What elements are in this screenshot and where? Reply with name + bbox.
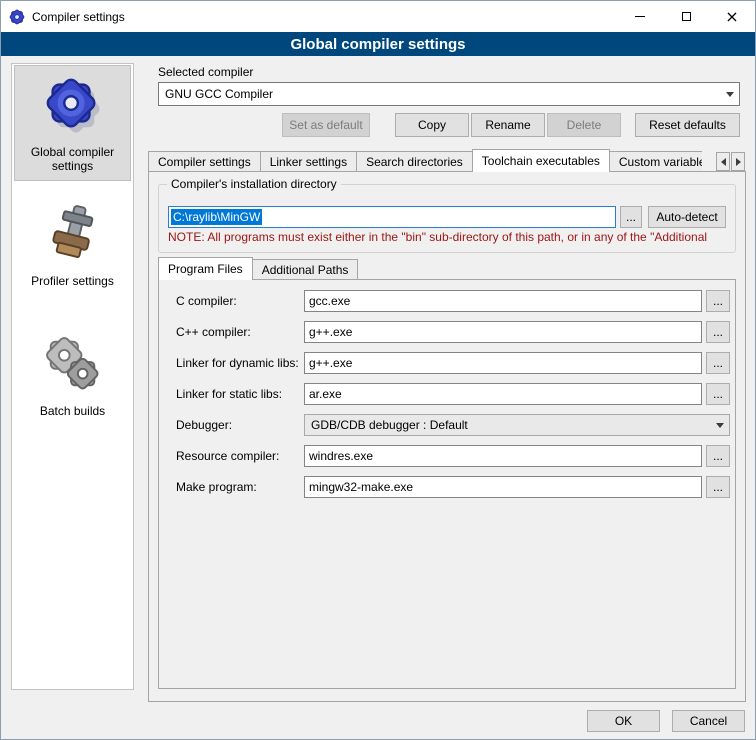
tab-custom-variables[interactable]: Custom variables — [609, 151, 702, 172]
cpp-compiler-row: C++ compiler: ... — [158, 321, 736, 343]
main-tabstrip: Compiler settings Linker settings Search… — [148, 149, 746, 172]
window-title: Compiler settings — [32, 10, 125, 24]
c-compiler-input[interactable] — [304, 290, 702, 312]
debugger-label: Debugger: — [176, 418, 232, 432]
sidebar-item-global-compiler-settings[interactable]: Global compiler settings — [14, 65, 131, 181]
linker-static-input[interactable] — [304, 383, 702, 405]
debugger-select-value: GDB/CDB debugger : Default — [311, 418, 468, 432]
debugger-row: Debugger: GDB/CDB debugger : Default — [158, 414, 736, 436]
make-program-input[interactable] — [304, 476, 702, 498]
c-compiler-browse-button[interactable]: ... — [706, 290, 730, 312]
minimize-button[interactable] — [617, 1, 663, 32]
linker-dynamic-browse-button[interactable]: ... — [706, 352, 730, 374]
tab-scroll-right-button[interactable] — [731, 152, 745, 171]
linker-dynamic-row: Linker for dynamic libs: ... — [158, 352, 736, 374]
compiler-settings-window: Compiler settings × Global compiler sett… — [0, 0, 756, 740]
selected-compiler-label: Selected compiler — [158, 65, 253, 79]
make-program-label: Make program: — [176, 480, 257, 494]
c-compiler-row: C compiler: ... — [158, 290, 736, 312]
ok-button[interactable]: OK — [587, 710, 660, 732]
chevron-down-icon — [720, 83, 739, 105]
program-tabs: Program Files Additional Paths — [158, 257, 358, 280]
maximize-icon — [682, 12, 691, 21]
sidebar-item-profiler-settings[interactable]: Profiler settings — [14, 195, 131, 295]
delete-button[interactable]: Delete — [547, 113, 621, 137]
compiler-select[interactable]: GNU GCC Compiler — [158, 82, 740, 106]
profiler-tool-icon — [42, 202, 104, 264]
tab-program-files[interactable]: Program Files — [158, 257, 253, 280]
titlebar: Compiler settings × — [1, 1, 755, 32]
linker-static-row: Linker for static libs: ... — [158, 383, 736, 405]
cpp-compiler-browse-button[interactable]: ... — [706, 321, 730, 343]
program-tabstrip: Program Files Additional Paths — [158, 257, 458, 280]
tab-linker-settings[interactable]: Linker settings — [260, 151, 357, 172]
linker-dynamic-input[interactable] — [304, 352, 702, 374]
tab-compiler-settings[interactable]: Compiler settings — [148, 151, 261, 172]
sidebar-item-label: Global compiler settings — [17, 145, 128, 173]
tab-search-directories[interactable]: Search directories — [356, 151, 473, 172]
main-tabs: Compiler settings Linker settings Search… — [148, 149, 702, 172]
gray-gears-icon — [42, 332, 104, 394]
tab-scroll-left-button[interactable] — [716, 152, 730, 171]
cpp-compiler-input[interactable] — [304, 321, 702, 343]
install-dir-browse-button[interactable]: ... — [620, 206, 642, 228]
resource-compiler-label: Resource compiler: — [176, 449, 279, 463]
linker-dynamic-label: Linker for dynamic libs: — [176, 356, 299, 370]
chevron-down-icon — [710, 415, 729, 435]
auto-detect-button[interactable]: Auto-detect — [648, 206, 726, 228]
cancel-button[interactable]: Cancel — [672, 710, 745, 732]
make-program-row: Make program: ... — [158, 476, 736, 498]
tab-toolchain-executables[interactable]: Toolchain executables — [472, 149, 610, 172]
sidebar-item-label: Profiler settings — [31, 274, 114, 288]
maximize-button[interactable] — [663, 1, 709, 32]
reset-defaults-button[interactable]: Reset defaults — [635, 113, 740, 137]
dialog-header: Global compiler settings — [1, 32, 755, 56]
tab-additional-paths[interactable]: Additional Paths — [252, 259, 359, 280]
close-button[interactable]: × — [709, 1, 755, 32]
resource-compiler-input[interactable] — [304, 445, 702, 467]
bin-subdirectory-note: NOTE: All programs must exist either in … — [168, 230, 728, 244]
sidebar-item-batch-builds[interactable]: Batch builds — [14, 325, 131, 425]
close-icon: × — [725, 9, 738, 25]
arrow-right-icon — [736, 158, 741, 166]
compiler-select-value: GNU GCC Compiler — [165, 87, 273, 101]
window-controls: × — [617, 1, 755, 32]
install-dir-selected-text: C:\raylib\MinGW — [171, 209, 262, 225]
make-program-browse-button[interactable]: ... — [706, 476, 730, 498]
linker-static-browse-button[interactable]: ... — [706, 383, 730, 405]
settings-sidebar: Global compiler settings Profiler settin… — [11, 63, 134, 690]
minimize-icon — [635, 16, 645, 17]
cpp-compiler-label: C++ compiler: — [176, 325, 251, 339]
copy-button[interactable]: Copy — [395, 113, 469, 137]
installation-directory-group-title: Compiler's installation directory — [167, 177, 341, 191]
debugger-select[interactable]: GDB/CDB debugger : Default — [304, 414, 730, 436]
resource-compiler-browse-button[interactable]: ... — [706, 445, 730, 467]
sidebar-item-label: Batch builds — [40, 404, 105, 418]
set-as-default-button[interactable]: Set as default — [282, 113, 370, 137]
rename-button[interactable]: Rename — [471, 113, 545, 137]
blue-gear-icon — [42, 73, 104, 135]
resource-compiler-row: Resource compiler: ... — [158, 445, 736, 467]
linker-static-label: Linker for static libs: — [176, 387, 282, 401]
install-dir-input[interactable]: C:\raylib\MinGW — [168, 206, 616, 228]
c-compiler-label: C compiler: — [176, 294, 237, 308]
app-icon — [9, 9, 25, 25]
arrow-left-icon — [721, 158, 726, 166]
